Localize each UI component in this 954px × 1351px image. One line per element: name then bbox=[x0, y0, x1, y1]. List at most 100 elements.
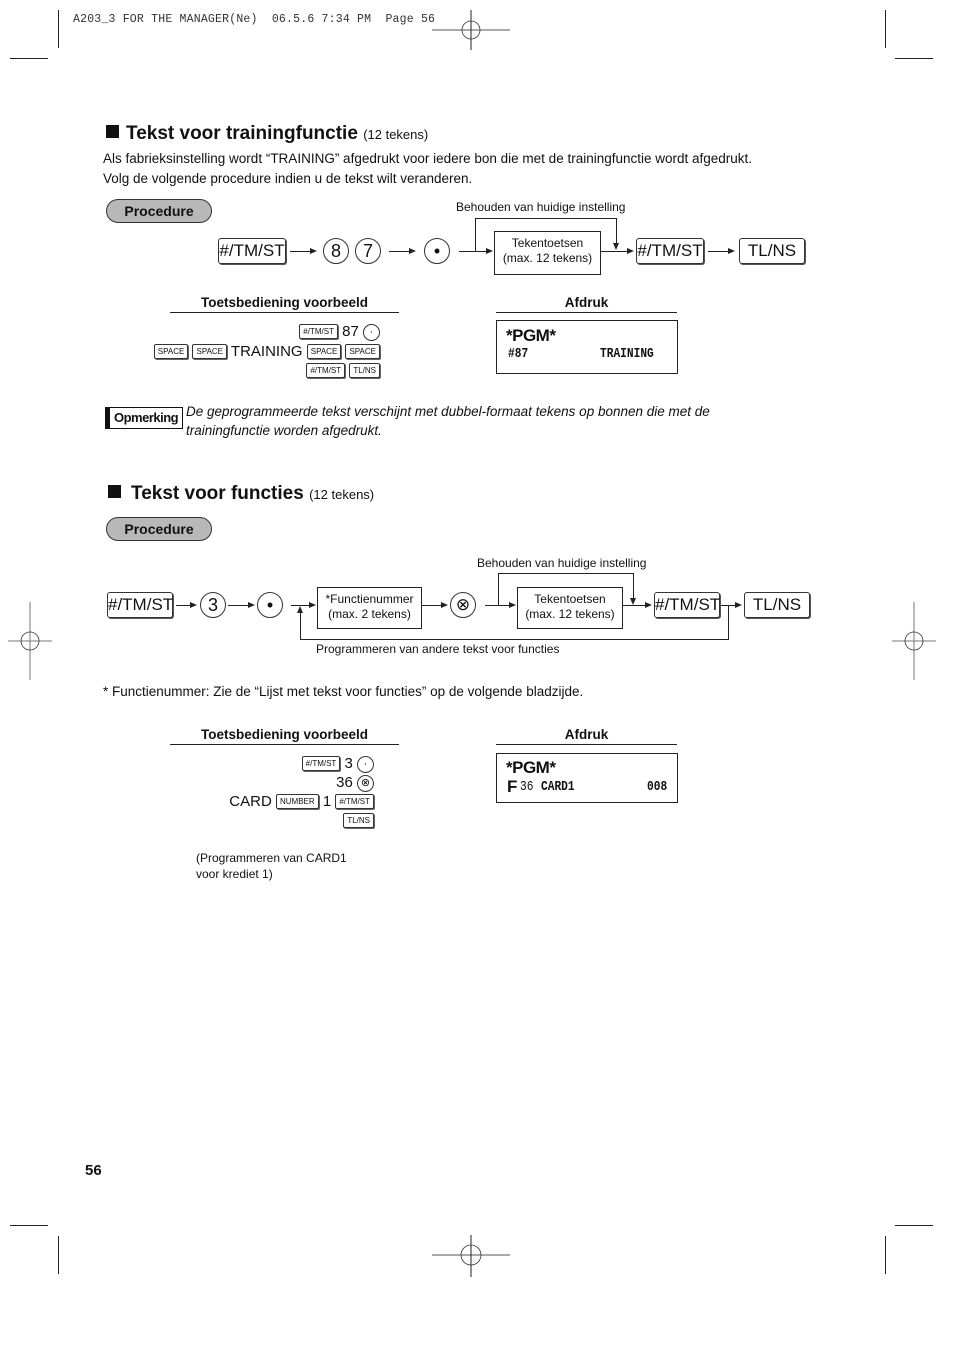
print-slug: A203_3 FOR THE MANAGER(Ne) 06.5.6 7:34 P… bbox=[73, 13, 436, 26]
key-number: NUMBER bbox=[275, 794, 319, 809]
key-space: SPACE bbox=[306, 344, 342, 359]
example-line-3: #/TM/ST TL/NS bbox=[306, 361, 380, 380]
bypass-line bbox=[616, 218, 617, 244]
registration-mark-bottom bbox=[432, 1235, 510, 1277]
note-line-2: trainingfunctie worden afgedrukt. bbox=[186, 423, 382, 438]
key-multiply: ⊗ bbox=[450, 592, 476, 618]
box-line-2: (max. 2 tekens) bbox=[328, 607, 411, 621]
example-caption: (Programmeren van CARD1 voor krediet 1) bbox=[196, 850, 347, 882]
crop-mark bbox=[885, 10, 886, 48]
key-multiply: ⊗ bbox=[357, 775, 374, 792]
arrow-right-icon bbox=[248, 602, 255, 608]
intro-paragraph: Als fabrieksinstelling wordt “TRAINING” … bbox=[103, 149, 752, 189]
intro-line-1: Als fabrieksinstelling wordt “TRAINING” … bbox=[103, 151, 753, 166]
section-title-training: Tekst voor trainingfunctie (12 tekens) bbox=[106, 123, 428, 145]
bypass-label: Behouden van huidige instelling bbox=[456, 200, 626, 214]
arrow-right-icon bbox=[409, 248, 416, 254]
receipt-value: 008 bbox=[647, 779, 668, 795]
key-tmst: #/TM/ST bbox=[654, 592, 720, 618]
intro-line-2: Volg de volgende procedure indien u de t… bbox=[103, 171, 473, 186]
example-line-1: #/TM/ST 87 · bbox=[299, 322, 380, 341]
bypass-line bbox=[475, 218, 476, 251]
footnote: * Functienummer: Zie de “Lijst met tekst… bbox=[103, 684, 584, 699]
arrow-right-icon bbox=[441, 602, 448, 608]
section-title-suffix: (12 tekens) bbox=[309, 487, 375, 502]
arrow-right-icon bbox=[309, 602, 316, 608]
registration-mark-left bbox=[8, 602, 52, 680]
section-title-suffix: (12 tekens) bbox=[363, 127, 429, 142]
flow-arrow-line bbox=[228, 605, 248, 606]
key-tlns: TL/NS bbox=[343, 813, 374, 828]
loop-line bbox=[728, 605, 729, 639]
example-line-3: CARD NUMBER 1 #/TM/ST bbox=[229, 792, 374, 811]
key-space: SPACE bbox=[192, 344, 228, 359]
key-tmst: #/TM/ST bbox=[636, 238, 704, 264]
example-number: 1 bbox=[322, 793, 332, 810]
key-tlns: TL/NS bbox=[744, 592, 810, 618]
bullet-square-icon bbox=[106, 125, 119, 138]
arrow-right-icon bbox=[509, 602, 516, 608]
example-word: CARD bbox=[229, 793, 272, 810]
box-line-2: (max. 12 tekens) bbox=[525, 607, 615, 621]
bypass-line bbox=[498, 573, 499, 605]
section-title-functions: Tekst voor functies (12 tekens) bbox=[108, 483, 374, 505]
procedure-label: Procedure bbox=[106, 199, 212, 223]
flow-arrow-line bbox=[485, 605, 509, 606]
key-point: · bbox=[357, 756, 374, 773]
registration-mark-right bbox=[892, 602, 936, 680]
key-digit-7: 7 bbox=[355, 238, 381, 264]
loop-label: Programmeren van andere tekst voor funct… bbox=[316, 642, 560, 656]
note-line-1: De geprogrammeerde tekst verschijnt met … bbox=[186, 404, 710, 419]
key-tlns: TL/NS bbox=[739, 238, 805, 264]
key-digit-8: 8 bbox=[323, 238, 349, 264]
note-text: De geprogrammeerde tekst verschijnt met … bbox=[186, 402, 710, 440]
arrow-right-icon bbox=[627, 248, 634, 254]
example-number: 87 bbox=[342, 323, 359, 340]
key-tmst: #/TM/ST bbox=[335, 794, 374, 809]
bypass-line bbox=[475, 218, 616, 219]
receipt-print: *PGM* #87 TRAINING bbox=[496, 320, 678, 374]
arrow-right-icon bbox=[190, 602, 197, 608]
registration-mark-top bbox=[432, 10, 510, 50]
receipt-f-marker: F bbox=[507, 777, 518, 796]
bypass-line bbox=[498, 573, 633, 574]
section-title-text: Tekst voor functies bbox=[131, 483, 304, 504]
key-point: • bbox=[424, 238, 450, 264]
arrow-down-icon bbox=[613, 243, 619, 250]
text-keys-box: Tekentoetsen (max. 12 tekens) bbox=[494, 231, 601, 275]
example-line-4: TL/NS bbox=[343, 811, 374, 830]
example-heading: Toetsbediening voorbeeld bbox=[170, 727, 399, 745]
procedure-label: Procedure bbox=[106, 517, 212, 541]
example-line-1: #/TM/ST 3 · bbox=[301, 754, 374, 773]
bypass-line bbox=[633, 573, 634, 599]
arrow-right-icon bbox=[486, 248, 493, 254]
key-tmst: #/TM/ST bbox=[218, 238, 286, 264]
loop-line bbox=[300, 639, 729, 640]
arrow-right-icon bbox=[310, 248, 317, 254]
crop-mark bbox=[58, 1236, 59, 1274]
box-line-2: (max. 12 tekens) bbox=[502, 251, 593, 265]
flow-arrow-line bbox=[708, 251, 728, 252]
function-number-box: *Functienummer (max. 2 tekens) bbox=[317, 587, 422, 629]
bullet-square-icon bbox=[108, 485, 121, 498]
section-title-text: Tekst voor trainingfunctie bbox=[126, 123, 358, 144]
receipt-code: 36 bbox=[520, 779, 534, 795]
key-tmst: #/TM/ST bbox=[299, 324, 338, 339]
caption-line-2: voor krediet 1) bbox=[196, 867, 273, 881]
key-point: • bbox=[257, 592, 283, 618]
key-digit-3: 3 bbox=[200, 592, 226, 618]
example-number: 3 bbox=[344, 755, 353, 772]
receipt-print: *PGM* F 36 CARD1 008 bbox=[496, 753, 678, 803]
arrow-right-icon bbox=[735, 602, 742, 608]
flow-arrow-line bbox=[601, 251, 627, 252]
box-line-1: Tekentoetsen bbox=[511, 236, 584, 250]
bypass-label: Behouden van huidige instelling bbox=[477, 556, 647, 570]
key-space: SPACE bbox=[345, 344, 380, 359]
page-number: 56 bbox=[85, 1162, 102, 1179]
receipt-code: #87 bbox=[508, 346, 529, 362]
flow-arrow-line bbox=[421, 605, 441, 606]
example-line-2: 36 ⊗ bbox=[336, 773, 374, 792]
key-tmst: #/TM/ST bbox=[107, 592, 173, 618]
flow-arrow-line bbox=[389, 251, 409, 252]
flow-arrow-line bbox=[176, 605, 190, 606]
